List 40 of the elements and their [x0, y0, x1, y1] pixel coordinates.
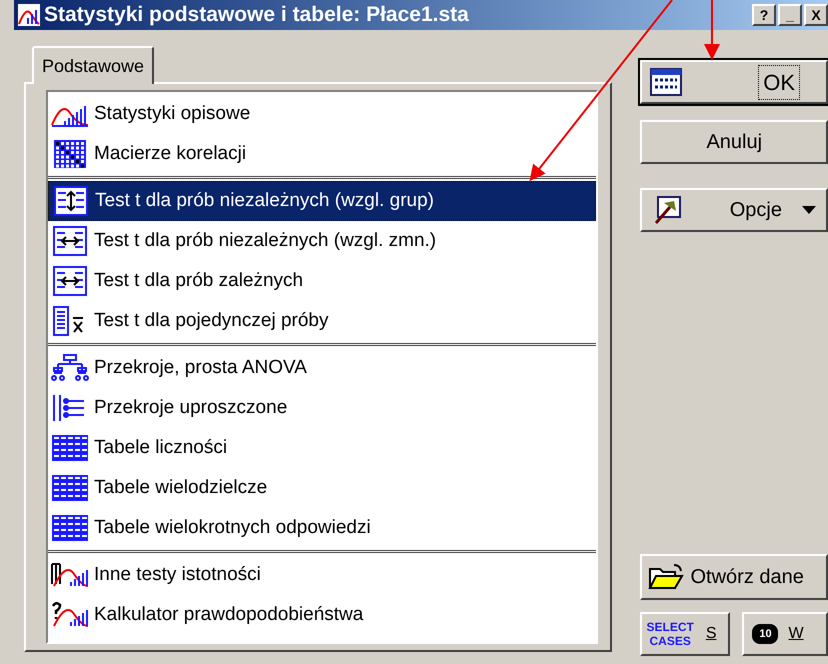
- weight-button[interactable]: 10 W: [742, 612, 828, 656]
- weight-icon: 10: [752, 624, 778, 644]
- horizontal-arrows-table-icon: [50, 226, 90, 256]
- list-item[interactable]: Test t dla prób zależnych: [48, 261, 596, 301]
- window-control-button[interactable]: X: [804, 4, 828, 26]
- grid-table-icon: [50, 473, 90, 503]
- open-data-button[interactable]: Otwórz dane: [640, 554, 828, 600]
- question-chart-icon: [50, 600, 90, 630]
- list-item[interactable]: Macierze korelacji: [48, 134, 596, 174]
- options-button[interactable]: Opcje: [640, 188, 828, 232]
- tab[interactable]: Podstawowe: [32, 46, 154, 84]
- window-title: Statystyki podstawowe i tabele: Płace1.sta: [44, 2, 469, 28]
- tests-chart-icon: [50, 560, 90, 590]
- list-item[interactable]: Przekroje uproszczone: [48, 388, 596, 428]
- list-item[interactable]: Tabele wielokrotnych odpowiedzi: [48, 508, 596, 548]
- horizontal-arrows-table-icon: [50, 266, 90, 296]
- hammer-icon: [652, 195, 682, 225]
- list-item[interactable]: Kalkulator prawdopodobieństwa: [48, 595, 596, 635]
- tree-diagram-icon: [50, 353, 90, 383]
- list-item[interactable]: Test t dla prób niezależnych (wzgl. grup): [48, 181, 596, 221]
- dropdown-caret-icon: [802, 206, 816, 214]
- vertical-arrows-table-icon: [51, 186, 91, 216]
- list-item[interactable]: Statystyki opisowe: [48, 94, 596, 134]
- list-item[interactable]: Przekroje, prosta ANOVA: [48, 348, 596, 388]
- grid-table-icon: [50, 433, 90, 463]
- cancel-button[interactable]: Anuluj: [640, 120, 828, 164]
- list-item[interactable]: Test t dla pojedynczej próby: [48, 301, 596, 341]
- table-window-icon: [650, 68, 682, 96]
- ok-button[interactable]: OK: [640, 60, 828, 104]
- annotation-arrow: [704, 0, 720, 60]
- folder-icon: [648, 563, 684, 591]
- app-logo-icon: [18, 4, 40, 26]
- list-item[interactable]: Inne testy istotności: [48, 555, 596, 595]
- grid-table-icon: [50, 513, 90, 543]
- window-control-button[interactable]: ?: [752, 4, 776, 26]
- list-item[interactable]: Tabele liczności: [48, 428, 596, 468]
- list-item[interactable]: Tabele wielodzielcze: [48, 468, 596, 508]
- window-control-button[interactable]: _: [778, 4, 802, 26]
- select-cases-icon: SELECT CASES: [646, 620, 694, 648]
- list-item[interactable]: Test t dla prób niezależnych (wzgl. zmn.): [48, 221, 596, 261]
